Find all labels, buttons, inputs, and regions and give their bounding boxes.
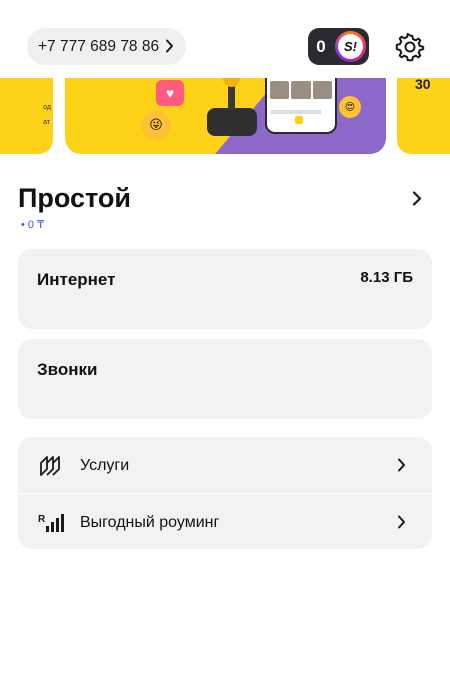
phone-number-label: +7 777 689 78 86: [38, 37, 160, 55]
calls-card[interactable]: Звонки: [18, 339, 432, 419]
internet-title: Интернет: [37, 270, 116, 289]
roaming-signal-icon: R: [38, 510, 64, 536]
promo-carousel[interactable]: од ат ♥ 😜 😍 30: [0, 78, 450, 154]
promo-banner-prev[interactable]: од ат: [0, 78, 53, 154]
loyalty-badge-icon: S!: [335, 31, 366, 62]
gear-icon[interactable]: [395, 32, 425, 67]
points-count: 0: [316, 36, 326, 56]
promo-banner-next[interactable]: 30: [397, 78, 450, 154]
calls-title: Звонки: [37, 360, 98, 379]
list-item-services[interactable]: Услуги: [18, 437, 432, 493]
promo-prev-text: од ат: [43, 104, 51, 126]
home-screen: +7 777 689 78 86 0 S! од ат ♥ 😜 😍 30 Про…: [0, 0, 450, 699]
plan-balance: • 0 ₸: [21, 219, 45, 231]
promo-next-text: 30: [415, 78, 431, 92]
roaming-label: Выгодный роуминг: [80, 514, 220, 531]
services-icon: [38, 453, 64, 479]
love-emoji-icon: 😍: [339, 96, 361, 118]
joystick-ball: [223, 78, 240, 87]
internet-card[interactable]: Интернет 8.13 ГБ: [18, 249, 432, 329]
promo-banner-main[interactable]: ♥ 😜 😍: [65, 78, 386, 154]
plan-name[interactable]: Простой: [18, 183, 131, 214]
list-item-roaming[interactable]: R Выгодный роуминг: [18, 494, 432, 549]
chevron-right-icon: [397, 515, 406, 534]
phone-illustration: [265, 78, 337, 134]
internet-remaining: 8.13 ГБ: [360, 269, 413, 286]
phone-number-button[interactable]: +7 777 689 78 86: [27, 28, 186, 65]
laughing-emoji-icon: 😜: [141, 110, 171, 140]
chevron-right-icon: [165, 39, 174, 58]
services-list: Услуги R Выгодный роуминг: [18, 437, 432, 549]
chevron-right-icon[interactable]: [412, 191, 422, 211]
joystick-icon: [207, 108, 257, 136]
svg-text:R: R: [38, 514, 46, 525]
loyalty-points-button[interactable]: 0 S!: [308, 28, 369, 65]
joystick-stick: [228, 84, 235, 110]
heart-icon: ♥: [156, 80, 184, 106]
chevron-right-icon: [397, 458, 406, 477]
badge-label: S!: [338, 34, 363, 59]
services-label: Услуги: [80, 457, 130, 474]
